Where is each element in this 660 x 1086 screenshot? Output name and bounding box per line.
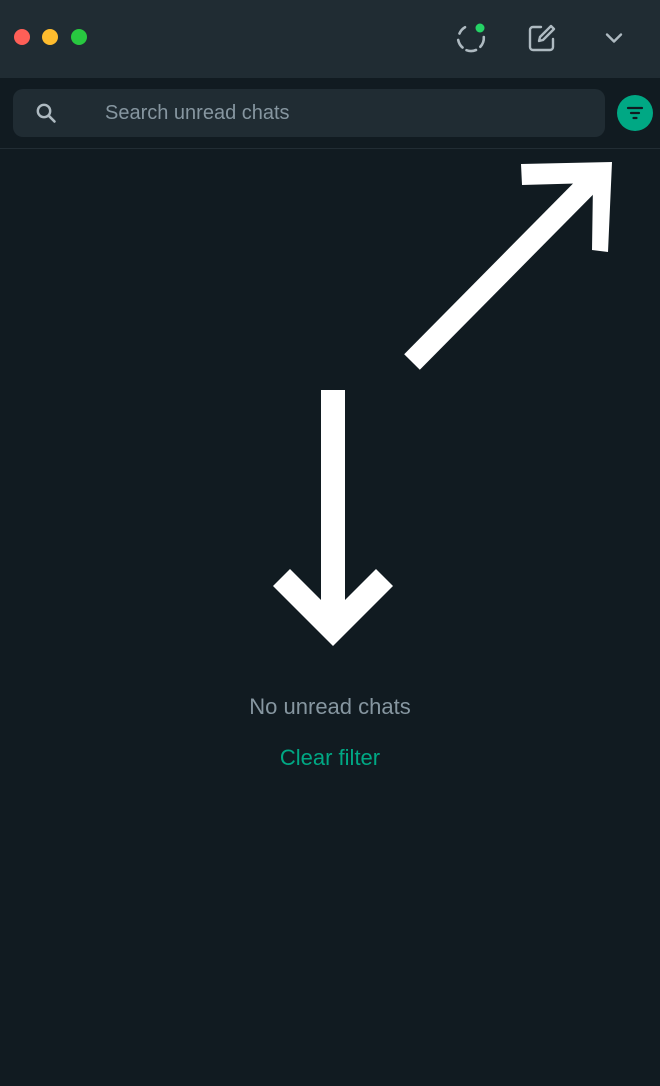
arrow-down-icon: [273, 390, 393, 646]
annotation-arrows: [273, 162, 612, 646]
search-input[interactable]: [105, 89, 595, 137]
empty-state-message: No unread chats: [249, 694, 411, 719]
search-row: [0, 78, 660, 149]
unread-filter-button[interactable]: [617, 95, 653, 131]
minimize-window-button[interactable]: [42, 29, 58, 45]
filter-icon: [626, 106, 644, 120]
status-icon: [456, 23, 486, 53]
status-unread-dot: [475, 23, 485, 33]
close-window-button[interactable]: [14, 29, 30, 45]
app-window: No unread chats Clear filter: [0, 0, 660, 1086]
arrow-up-right-icon: [404, 162, 612, 370]
search-icon: [36, 103, 56, 123]
search-box[interactable]: [13, 89, 605, 137]
status-button[interactable]: [451, 18, 491, 58]
chevron-down-icon: [605, 33, 623, 43]
clear-filter-link[interactable]: Clear filter: [230, 744, 430, 772]
new-chat-icon: [528, 24, 556, 52]
menu-button[interactable]: [594, 18, 634, 58]
title-bar: [0, 0, 660, 78]
maximize-window-button[interactable]: [71, 29, 87, 45]
new-chat-button[interactable]: [522, 18, 562, 58]
